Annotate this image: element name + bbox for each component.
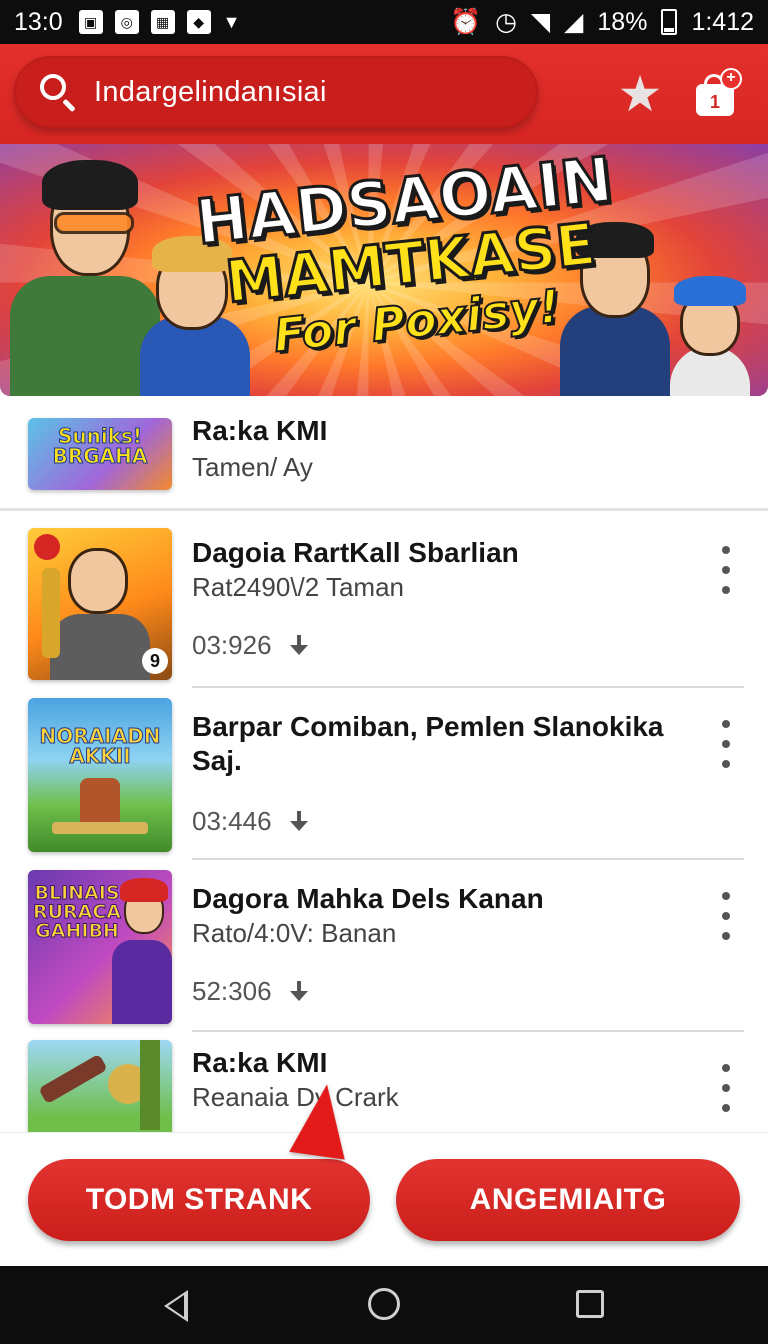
back-icon[interactable] [164, 1290, 188, 1322]
system-icons: ⏰ ◷ ◥ ◢ 18% 1:412 [450, 7, 754, 37]
character-child [660, 266, 760, 396]
promo-banner[interactable]: HADSAOAIN MAMTKASE For Poxisy! [0, 144, 768, 396]
chevron-down-icon: ▼ [222, 11, 241, 32]
thumbnail-label: NORAIADN AKKII [39, 724, 161, 768]
item-title[interactable]: Dagoia RartKall Sbarlian [192, 536, 519, 570]
signal-icon: ◢ [564, 8, 584, 36]
notification-icon: ▦ [150, 10, 175, 34]
shopping-bag-icon[interactable]: 1 + [694, 68, 742, 118]
app-header: Indargelindanısiai ★ 1 + [0, 44, 768, 144]
item-thumbnail[interactable]: NORAIADN AKKII [28, 698, 172, 852]
thumbnail-label: Suniks! BRGAHA [52, 424, 148, 468]
battery-icon [661, 9, 678, 35]
item-subtitle: Rat2490\/2 Taman [192, 572, 404, 602]
thumbnail-label: BLINAIS RURACA GAHIBH [32, 882, 122, 942]
item-title: Ra:ka KMI [192, 415, 328, 446]
notification-icon: ▣ [78, 10, 103, 34]
divider [192, 686, 744, 688]
search-bar[interactable]: Indargelindanısiai [14, 56, 538, 128]
item-title[interactable]: Barpar Comiban, Pemlen Slanokika Saj. [192, 710, 672, 778]
item-meta: 52:306 [192, 976, 308, 1007]
badge-plus-icon: + [720, 68, 742, 90]
divider [0, 508, 768, 511]
item-thumbnail[interactable]: 9 [28, 528, 172, 680]
notification-icon: ◎ [114, 10, 139, 34]
more-options-icon[interactable] [716, 546, 736, 594]
battery-percent: 18% [597, 7, 648, 36]
clock-icon: ◷ [495, 8, 517, 36]
item-meta: 03:446 [192, 806, 308, 837]
left-action-button[interactable]: TODM STRANK [28, 1159, 370, 1241]
item-subtitle: Tamen/ Ay [192, 452, 313, 482]
bottom-action-bar: TODM STRANK ANGEMIAITG [0, 1132, 768, 1266]
more-options-icon[interactable] [716, 892, 736, 940]
download-icon[interactable] [289, 634, 308, 657]
item-title[interactable]: Ra:ka KMI [192, 1046, 327, 1080]
home-icon[interactable] [368, 1288, 400, 1320]
item-thumbnail[interactable]: BLINAIS RURACA GAHIBH [28, 870, 172, 1024]
search-icon [38, 72, 78, 113]
search-input[interactable]: Indargelindanısiai [94, 76, 327, 109]
right-action-button[interactable]: ANGEMIAITG [396, 1159, 740, 1241]
item-duration: 03:446 [192, 806, 272, 836]
download-icon[interactable] [289, 980, 308, 1003]
star-icon[interactable]: ★ [616, 69, 664, 119]
shield-icon: ◆ [186, 10, 211, 34]
item-list: Suniks! BRGAHA Ra:ka KMI Tamen/ Ay 9 Dag… [0, 396, 768, 1132]
divider [192, 858, 744, 860]
system-nav-bar [0, 1266, 768, 1344]
more-options-icon[interactable] [716, 720, 736, 768]
divider [192, 1030, 744, 1032]
wifi-icon: ◥ [530, 8, 551, 36]
notification-icons: ▣ ◎ ▦ ◆ ▼ [78, 10, 241, 34]
alarm-icon: ⏰ [449, 7, 482, 36]
thumbnail-badge: 9 [142, 648, 168, 674]
more-options-icon[interactable] [716, 1064, 736, 1112]
recent-apps-icon[interactable] [576, 1290, 604, 1318]
item-duration: 03:926 [192, 630, 272, 660]
status-time: 13:0 [14, 7, 63, 36]
item-title[interactable]: Dagora Mahka Dels Kanan [192, 882, 544, 916]
status-time-right: 1:412 [691, 7, 754, 36]
pointer-cursor-icon [289, 1080, 355, 1160]
download-icon[interactable] [289, 810, 308, 833]
list-item[interactable]: Suniks! BRGAHA Ra:ka KMI Tamen/ Ay [0, 408, 768, 512]
item-thumbnail: Suniks! BRGAHA [28, 418, 172, 490]
item-subtitle: Rato/4:0V: Banan [192, 918, 397, 948]
item-meta: 03:926 [192, 630, 308, 661]
item-duration: 52:306 [192, 976, 272, 1006]
status-bar: 13:0 ▣ ◎ ▦ ◆ ▼ ⏰ ◷ ◥ ◢ 18% 1:412 [0, 0, 768, 44]
item-thumbnail[interactable] [28, 1040, 172, 1132]
